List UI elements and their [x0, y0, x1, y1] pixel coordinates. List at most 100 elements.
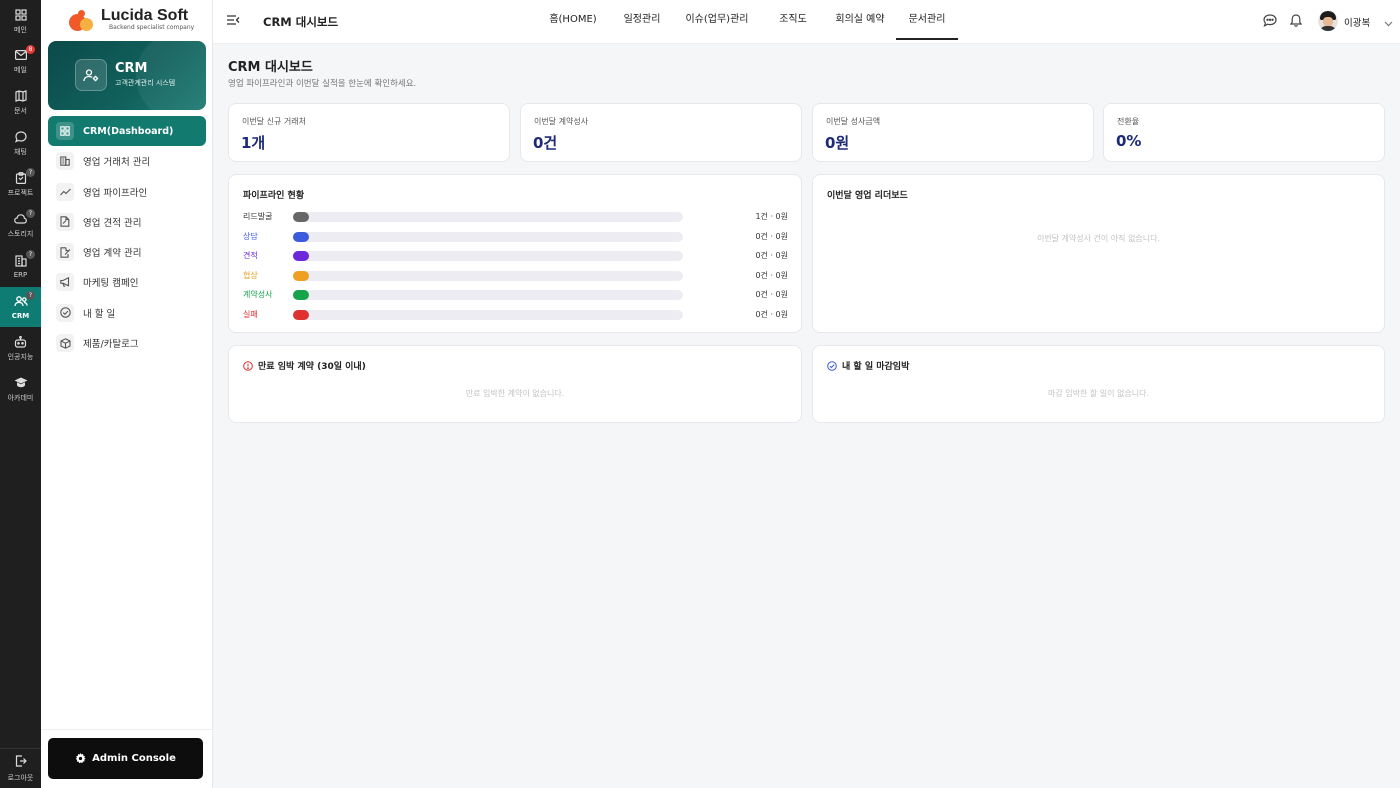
rail-label: 메일	[14, 65, 27, 74]
logo-subtitle: Backend specialist company	[109, 24, 195, 31]
stat-value: 0%	[1116, 132, 1142, 150]
sidebar-footer: Admin Console	[41, 729, 213, 788]
sidebar-item-my-tasks[interactable]: 내 할 일	[48, 298, 206, 328]
sidebar-item-catalog[interactable]: 제품/카탈로그	[48, 328, 206, 358]
sidebar-item-quotes[interactable]: 영업 견적 관리	[48, 207, 206, 237]
stat-value: 0건	[533, 134, 558, 152]
rail-item-docs[interactable]: 문서	[0, 82, 41, 122]
trend-line-icon	[56, 182, 74, 201]
pipeline-stage-value: 0건 · 0원	[755, 231, 788, 241]
user-name[interactable]: 이광복	[1344, 15, 1370, 29]
pipeline-bar-fill	[293, 290, 309, 300]
megaphone-icon	[56, 273, 74, 292]
box-icon	[56, 334, 74, 353]
grid-icon	[14, 8, 28, 22]
crm-card-title: CRM	[115, 61, 148, 76]
rail-label: ERP	[13, 270, 28, 279]
nav-documents[interactable]: 문서관리	[896, 10, 958, 40]
company-logo[interactable]: Lucida Soft Backend specialist company	[69, 8, 194, 32]
sidebar-item-accounts[interactable]: 영업 거래처 관리	[48, 146, 206, 176]
menu-collapse-icon[interactable]	[226, 14, 240, 29]
rail-label: CRM	[11, 311, 30, 320]
sidebar-item-crm-dashboard[interactable]: CRM(Dashboard)	[48, 116, 206, 146]
nav-meeting-room[interactable]: 회의실 예약	[835, 10, 885, 40]
top-header: CRM 대시보드 홈(HOME) 일정관리 이슈(업무)관리 조직도 회의실 예…	[213, 0, 1400, 44]
rail-item-mail[interactable]: 메일 8	[0, 41, 41, 81]
rail-item-main[interactable]: 메인	[0, 1, 41, 41]
rail-item-project[interactable]: 프로젝트 ?	[0, 164, 41, 204]
pipeline-stage-value: 0건 · 0원	[755, 309, 788, 319]
icon-rail: 메인 메일 8 문서 채팅 프로젝트 ? 스토리지 ? ERP ? CRM ? …	[0, 0, 41, 788]
pipeline-bar-fill	[293, 309, 309, 320]
rail-label: 프로젝트	[7, 188, 34, 197]
pipeline-stage-label: 협상	[243, 270, 258, 280]
sidebar-menu: CRM(Dashboard) 영업 거래처 관리 영업 파이프라인 영업 견적 …	[48, 116, 206, 358]
nav-issues[interactable]: 이슈(업무)관리	[683, 10, 751, 40]
rail-item-erp[interactable]: ERP ?	[0, 246, 41, 286]
sidebar-item-pipeline[interactable]: 영업 파이프라인	[48, 177, 206, 207]
nav-org-chart[interactable]: 조직도	[778, 10, 808, 40]
sidebar-item-label: 마케팅 캠페인	[83, 278, 139, 290]
pipeline-stage-label: 상담	[243, 231, 258, 241]
check-circle-icon	[56, 303, 74, 322]
chevron-down-icon[interactable]	[1384, 16, 1393, 30]
storage-badge: ?	[26, 209, 35, 218]
logout-label: 로그아웃	[7, 773, 34, 782]
rail-item-ai[interactable]: 인공지능	[0, 328, 41, 368]
stat-value: 1개	[241, 134, 266, 152]
graduation-cap-icon	[14, 376, 28, 390]
nav-schedule[interactable]: 일정관리	[623, 10, 661, 40]
gear-icon	[75, 753, 86, 764]
nav-home[interactable]: 홈(HOME)	[547, 10, 599, 40]
pipeline-bar-track	[293, 270, 683, 281]
expiring-contracts-header: 만료 임박 계약 (30일 이내)	[243, 359, 366, 372]
bell-icon[interactable]	[1289, 14, 1303, 30]
pipeline-bar-fill	[293, 251, 309, 261]
sidebar-item-campaigns[interactable]: 마케팅 캠페인	[48, 267, 206, 297]
robot-icon	[14, 335, 28, 349]
stat-label: 이번달 계약성사	[534, 117, 589, 126]
pipeline-row: 견적 0건 · 0원	[243, 250, 788, 262]
stat-label: 이번달 신규 거래처	[242, 117, 306, 126]
logout-button[interactable]: 로그아웃	[0, 748, 41, 788]
expiring-contracts-title: 만료 임박 계약 (30일 이내)	[258, 362, 366, 372]
user-avatar[interactable]	[1318, 11, 1338, 31]
pipeline-card: 파이프라인 현황 리드발굴 1건 · 0원 상담 0건 · 0원 견적 0건 · 0원 협상…	[228, 174, 802, 333]
sidebar-item-label: 영업 거래처 관리	[83, 157, 151, 169]
rail-item-crm[interactable]: CRM ?	[0, 287, 41, 327]
sidebar-item-label: 내 할 일	[83, 308, 116, 320]
pipeline-stage-value: 1건 · 0원	[755, 212, 788, 221]
leaderboard-empty-message: 이번달 계약성사 건이 아직 없습니다.	[1036, 234, 1161, 243]
pipeline-stage-value: 0건 · 0원	[755, 270, 788, 280]
stat-card-won-amount: 이번달 성사금액 0원	[812, 103, 1094, 162]
rail-label: 채팅	[14, 147, 27, 156]
crm-card-subtitle: 고객관계관리 시스템	[115, 79, 176, 87]
rail-item-academy[interactable]: 아카데미	[0, 369, 41, 409]
pipeline-stage-label: 실패	[243, 309, 258, 319]
rail-item-chat[interactable]: 채팅	[0, 123, 41, 163]
rail-label: 인공지능	[7, 352, 34, 361]
chat-icon	[14, 130, 28, 144]
admin-console-button[interactable]: Admin Console	[48, 738, 203, 779]
pipeline-row: 계약성사 0건 · 0원	[243, 289, 788, 301]
sidebar-item-contracts[interactable]: 영업 계약 관리	[48, 237, 206, 267]
dashboard-icon	[56, 122, 74, 140]
rail-item-storage[interactable]: 스토리지 ?	[0, 205, 41, 245]
sidebar-item-label: CRM(Dashboard)	[83, 125, 174, 137]
todo-deadline-title: 내 할 일 마감임박	[842, 362, 910, 372]
pipeline-stage-value: 0건 · 0원	[755, 290, 788, 299]
stat-label: 전환율	[1117, 117, 1140, 126]
file-edit-icon	[56, 212, 74, 231]
pipeline-bar-track	[293, 290, 683, 300]
leaderboard-title: 이번달 영업 리더보드	[827, 191, 908, 201]
pipeline-row: 협상 0건 · 0원	[243, 270, 788, 282]
chat-icon[interactable]	[1263, 14, 1277, 30]
user-settings-icon	[75, 59, 107, 91]
stat-value: 0원	[825, 134, 850, 152]
main-content: CRM 대시보드 영업 파이프라인과 이번달 실적을 한눈에 확인하세요. 이번…	[213, 44, 1400, 788]
rail-label: 문서	[14, 106, 27, 115]
expiring-contracts-empty-message: 만료 임박한 계약이 없습니다.	[465, 389, 565, 398]
pipeline-bar-fill	[293, 231, 309, 242]
expiring-contracts-card: 만료 임박 계약 (30일 이내) 만료 임박한 계약이 없습니다.	[228, 345, 802, 423]
erp-badge: ?	[26, 250, 35, 259]
